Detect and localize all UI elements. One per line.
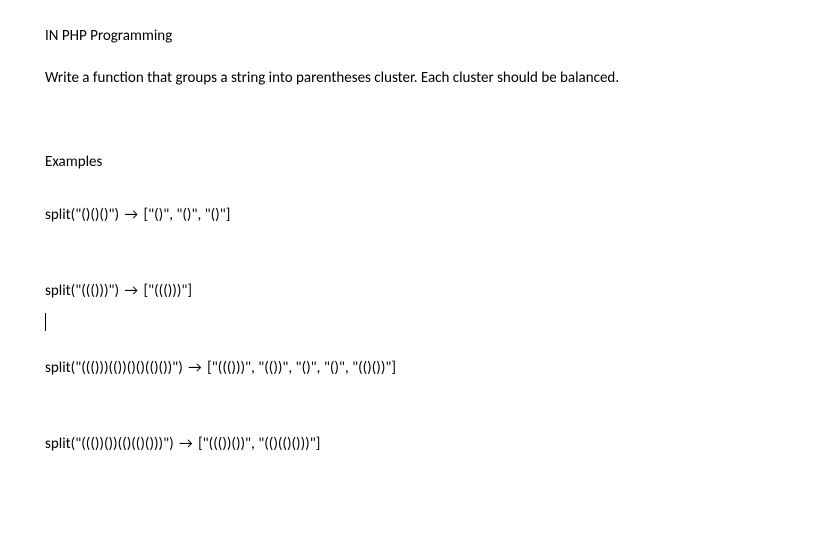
example-row: split("((()))") → ["((()))"] <box>45 280 788 303</box>
example-call: split("((()))") <box>45 282 119 300</box>
example-row: split("((()))(())()()(()())") → ["((()))… <box>45 357 788 380</box>
arrow-icon: → <box>124 204 138 227</box>
problem-description: Write a function that groups a string in… <box>45 66 788 92</box>
arrow-icon: → <box>124 280 138 303</box>
arrow-icon: → <box>179 433 193 456</box>
example-call: split("((()))(())()()(()())") <box>45 359 183 377</box>
example-row: split("()()()") → ["()", "()", "()"] <box>45 204 788 227</box>
heading: IN PHP Programming <box>45 25 788 48</box>
examples-heading: Examples <box>45 151 788 174</box>
example-result: ["((()))", "(())", "()", "()", "(()())"] <box>207 359 396 377</box>
example-call: split("((())())(()(()()))") <box>45 435 174 453</box>
example-result: ["((()))"] <box>143 282 192 300</box>
example-call: split("()()()") <box>45 206 119 224</box>
text-cursor <box>45 313 46 331</box>
example-result: ["()", "()", "()"] <box>143 206 230 224</box>
example-result: ["((())())", "(()(()()))"] <box>198 435 320 453</box>
example-row: split("((())())(()(()()))") → ["((())())… <box>45 433 788 456</box>
arrow-icon: → <box>188 357 202 380</box>
